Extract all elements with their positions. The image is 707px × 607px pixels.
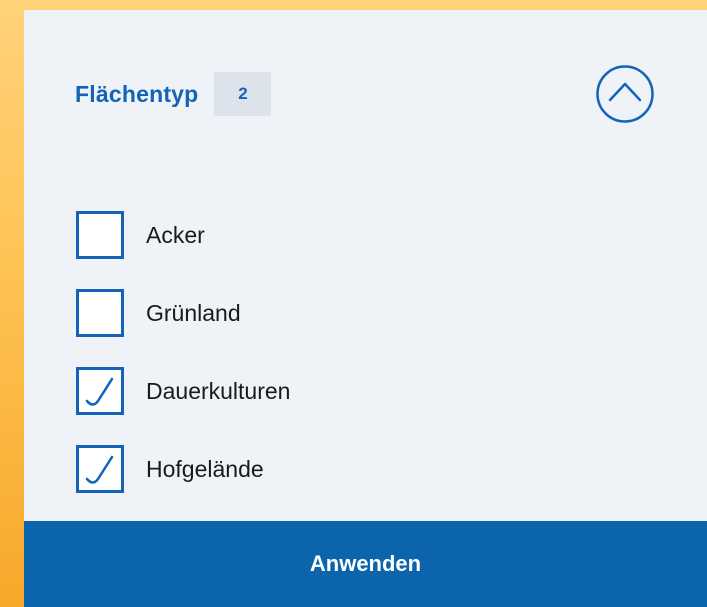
apply-button[interactable]: Anwenden <box>24 521 707 607</box>
option-hofgelaende[interactable]: Hofgelände <box>76 442 290 496</box>
checkbox-unchecked[interactable] <box>76 289 124 337</box>
option-gruenland[interactable]: Grünland <box>76 286 290 340</box>
checkbox-checked[interactable] <box>76 445 124 493</box>
option-label: Grünland <box>146 299 241 326</box>
option-list: Acker Grünland Dauerkulturen Hofgelände <box>76 208 290 520</box>
option-label: Dauerkulturen <box>146 377 291 404</box>
checkbox-checked[interactable] <box>76 367 124 415</box>
option-acker[interactable]: Acker <box>76 208 290 262</box>
option-dauerkulturen[interactable]: Dauerkulturen <box>76 364 290 418</box>
chevron-up-circle-icon <box>596 65 654 123</box>
checkmark-icon <box>85 455 114 484</box>
checkbox-unchecked[interactable] <box>76 211 124 259</box>
filter-title: Flächentyp <box>75 80 199 107</box>
option-label: Acker <box>146 221 205 248</box>
option-label: Hofgelände <box>146 455 264 482</box>
selected-count-badge: 2 <box>214 72 272 116</box>
filter-header: Flächentyp 2 <box>75 72 272 116</box>
filter-panel: Flächentyp 2 Acker Grünland Dauerkulture… <box>24 10 707 607</box>
collapse-toggle-button[interactable] <box>595 64 655 124</box>
checkmark-icon <box>85 377 114 406</box>
